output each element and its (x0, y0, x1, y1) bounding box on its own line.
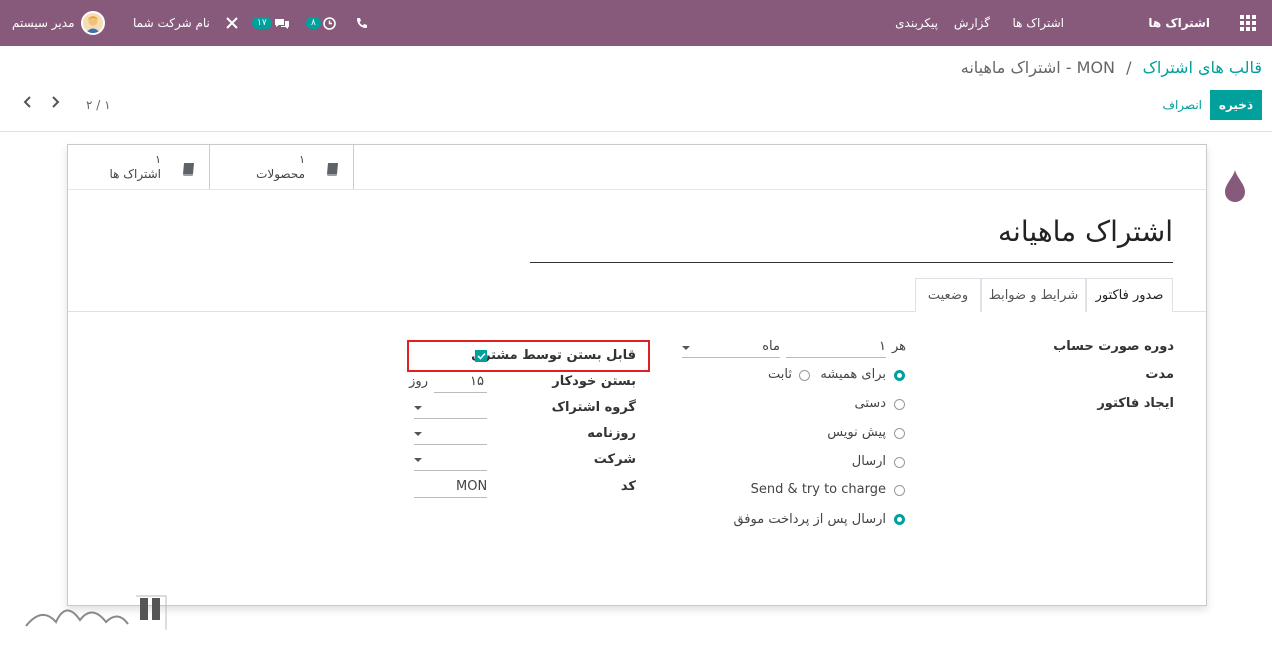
period-unit-select[interactable]: ماه (762, 339, 780, 354)
apps-grid-icon (1240, 15, 1256, 31)
invoice-send-after-payment-label: ارسال پس از پرداخت موفق (733, 512, 886, 527)
journal-label: روزنامه (587, 426, 636, 441)
app-name: اشتراک ها (1148, 16, 1210, 30)
products-count: ۱ (299, 153, 305, 166)
chevron-left-icon (23, 96, 31, 108)
save-button[interactable]: ذخیره (1210, 90, 1262, 120)
record-title[interactable]: اشتراک ماهیانه (530, 215, 1173, 263)
clock-icon (323, 16, 336, 30)
code-input[interactable]: MON (456, 479, 487, 494)
duration-forever-radio[interactable] (894, 370, 905, 381)
every-word: هر (891, 339, 906, 354)
invoice-creation-label: ایجاد فاکتور (1097, 396, 1174, 411)
subscription-group-label: گروه اشتراک (551, 400, 636, 415)
book-icon (183, 163, 194, 176)
auto-close-unit: روز (409, 374, 428, 389)
phone-icon[interactable] (356, 0, 368, 46)
invoice-send-charge-radio[interactable] (894, 485, 905, 496)
code-underline (414, 497, 487, 498)
invoice-draft-radio[interactable] (894, 428, 905, 439)
menu-reporting[interactable]: گزارش (954, 0, 990, 46)
tab-invoicing[interactable]: صدور فاکتور (1086, 278, 1173, 312)
closable-label: قابل بستن توسط مشتری (471, 348, 636, 363)
activities-badge: ۸ (306, 17, 321, 29)
caret-down-icon[interactable] (414, 458, 422, 462)
subscription-group-select[interactable] (414, 418, 487, 419)
breadcrumb-current: MON - اشتراک ماهیانه (960, 58, 1116, 77)
billing-period-label: دوره صورت حساب (1053, 339, 1174, 354)
control-panel: قالب های اشتراک / MON - اشتراک ماهیانه ذ… (0, 46, 1272, 202)
comments-icon (274, 18, 289, 29)
smart-button-products[interactable]: ۱ محصولات (210, 145, 354, 189)
invoice-manual-label: دستی (854, 396, 886, 411)
messaging-button[interactable]: ۱۷ (252, 0, 290, 46)
subscriptions-label: اشتراک ها (109, 167, 161, 181)
user-menu[interactable]: مدیر سیستم (12, 0, 105, 46)
activities-button[interactable]: ۸ (306, 0, 336, 46)
book-icon (327, 163, 338, 176)
journal-select[interactable] (414, 444, 487, 445)
auto-close-label: بستن خودکار (552, 374, 636, 389)
chevron-right-icon (52, 96, 60, 108)
code-label: کد (620, 479, 636, 494)
pager-value[interactable]: ۱ / ۲ (86, 98, 111, 112)
period-unit-underline (682, 357, 780, 358)
discard-button[interactable]: انصراف (1163, 90, 1202, 120)
every-value-underline (786, 357, 886, 358)
menu-subscriptions[interactable]: اشتراک ها (1012, 0, 1064, 46)
drop-indicator-icon (1224, 170, 1246, 204)
check-icon (476, 352, 486, 360)
messages-badge: ۱۷ (252, 17, 272, 29)
smart-button-subscriptions[interactable]: ۱ اشتراک ها (68, 145, 210, 189)
auto-close-underline (434, 392, 487, 393)
invoice-manual-radio[interactable] (894, 399, 905, 410)
apps-menu-button[interactable] (1240, 0, 1256, 46)
form-sheet: ۱ محصولات ۱ اشتراک ها اشتراک ماهیانه صدو… (67, 144, 1207, 606)
company-label: شرکت (593, 452, 636, 467)
button-box-divider (68, 189, 1206, 190)
subscriptions-count: ۱ (155, 153, 161, 166)
duration-label: مدت (1145, 367, 1174, 382)
watermark-logo (22, 592, 170, 636)
user-name: مدیر سیستم (12, 16, 75, 30)
caret-down-icon[interactable] (414, 406, 422, 410)
invoice-send-radio[interactable] (894, 457, 905, 468)
breadcrumb-separator: / (1126, 58, 1132, 77)
pager-previous-button[interactable] (23, 96, 33, 112)
menu-configuration[interactable]: پیکربندی (895, 0, 938, 46)
debug-tools-icon[interactable] (225, 0, 239, 46)
invoice-send-charge-label: Send & try to charge (750, 482, 886, 497)
products-label: محصولات (256, 167, 305, 181)
auto-close-value-input[interactable]: ۱۵ (470, 374, 484, 389)
tab-terms[interactable]: شرایط و ضوابط (981, 278, 1086, 312)
company-select[interactable] (414, 470, 487, 471)
top-navbar: اشتراک ها اشتراک ها گزارش پیکربندی ۸ ۱۷ … (0, 0, 1272, 46)
pager-next-button[interactable] (50, 96, 60, 112)
breadcrumb-parent[interactable]: قالب های اشتراک (1143, 58, 1262, 77)
closable-checkbox[interactable] (475, 350, 487, 362)
duration-fixed-radio[interactable] (799, 370, 810, 381)
caret-down-icon (682, 346, 690, 350)
caret-down-icon[interactable] (414, 432, 422, 436)
company-switcher[interactable]: نام شرکت شما (133, 0, 210, 46)
tab-status[interactable]: وضعیت (915, 278, 981, 312)
every-value-input[interactable]: ۱ (879, 339, 886, 354)
invoice-send-label: ارسال (851, 454, 886, 469)
invoice-send-after-payment-radio[interactable] (894, 514, 905, 525)
invoice-draft-label: پیش نویس (827, 425, 886, 440)
avatar (80, 11, 105, 35)
duration-forever-label: برای همیشه (820, 367, 886, 382)
duration-fixed-label: ثابت (768, 367, 792, 382)
breadcrumb: قالب های اشتراک / MON - اشتراک ماهیانه (961, 58, 1262, 77)
